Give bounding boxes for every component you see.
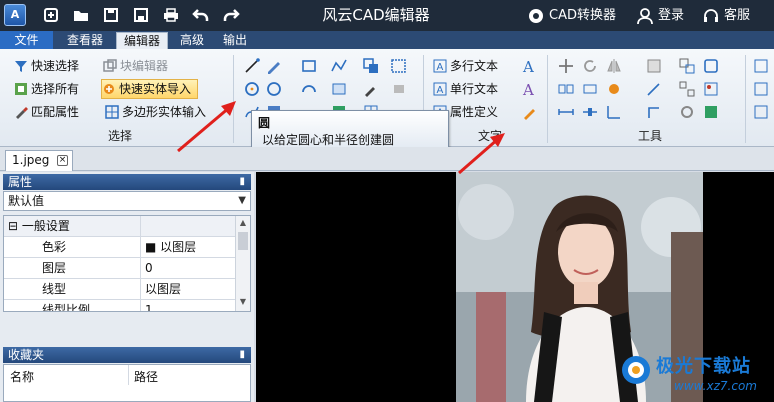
- watermark-url: www.xz7.com: [674, 379, 757, 393]
- watermark-title: 极光下载站: [656, 356, 751, 377]
- arrow-annotation: [177, 101, 236, 153]
- annotation-arrows: [177, 101, 505, 175]
- watermark-logo-icon: [622, 356, 650, 384]
- site-watermark: 极光下载站 www.xz7.com: [616, 346, 774, 402]
- arrow-annotation: [458, 133, 505, 175]
